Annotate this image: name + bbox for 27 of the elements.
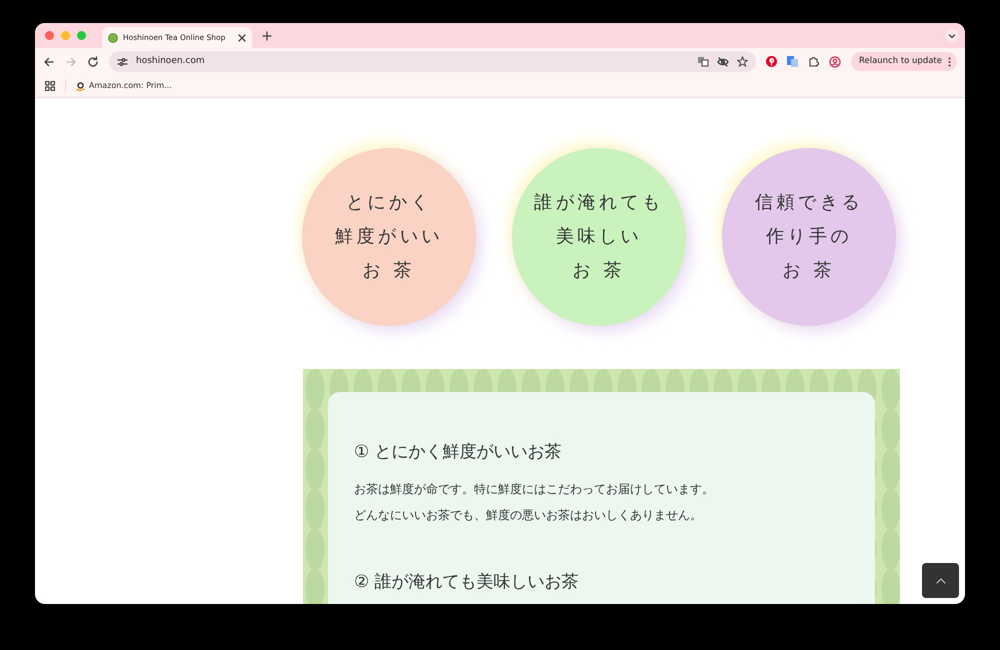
favicon-icon [76,82,85,90]
translator-extension-icon[interactable] [786,56,798,67]
circle-caption: とにかく 鮮度がいい お 茶 [335,191,443,283]
apps-grid-icon[interactable] [45,81,55,91]
star-icon[interactable] [736,56,748,67]
scroll-to-top-button[interactable] [922,563,959,598]
translate-icon[interactable] [696,56,709,67]
puzzle-icon[interactable] [808,56,819,67]
chevron-up-icon [936,578,946,584]
section-paragraph: お茶は鮮度が命です。特に鮮度にはこだわってお届けしています。 どんなにいいお茶でも、鮮度の悪いお茶はおいしくありません。 [354,481,715,524]
reload-icon[interactable] [87,56,99,68]
kebab-menu-icon[interactable] [948,56,951,66]
profile-icon[interactable] [828,56,841,68]
site-settings-icon[interactable] [117,56,128,66]
chevron-down-icon[interactable] [945,28,959,42]
circle-caption: 信頼できる 作り手の お 茶 [755,191,863,283]
section-heading: ② 誰が淹れても美味しいお茶 [354,572,580,593]
favicon-icon [108,32,118,42]
section-heading: ① とにかく鮮度がいいお茶 [354,442,563,462]
relaunch-button[interactable]: Relaunch to update [850,52,957,71]
close-icon[interactable] [238,34,246,42]
pin-extension-icon[interactable] [766,56,777,67]
new-tab-icon[interactable] [262,30,272,40]
back-icon[interactable] [43,56,55,68]
circle-caption: 誰が淹れても 美味しい お 茶 [534,191,664,283]
eye-slash-icon[interactable] [716,56,729,66]
bookmark-link[interactable]: Amazon.com: Prim... [76,80,172,92]
